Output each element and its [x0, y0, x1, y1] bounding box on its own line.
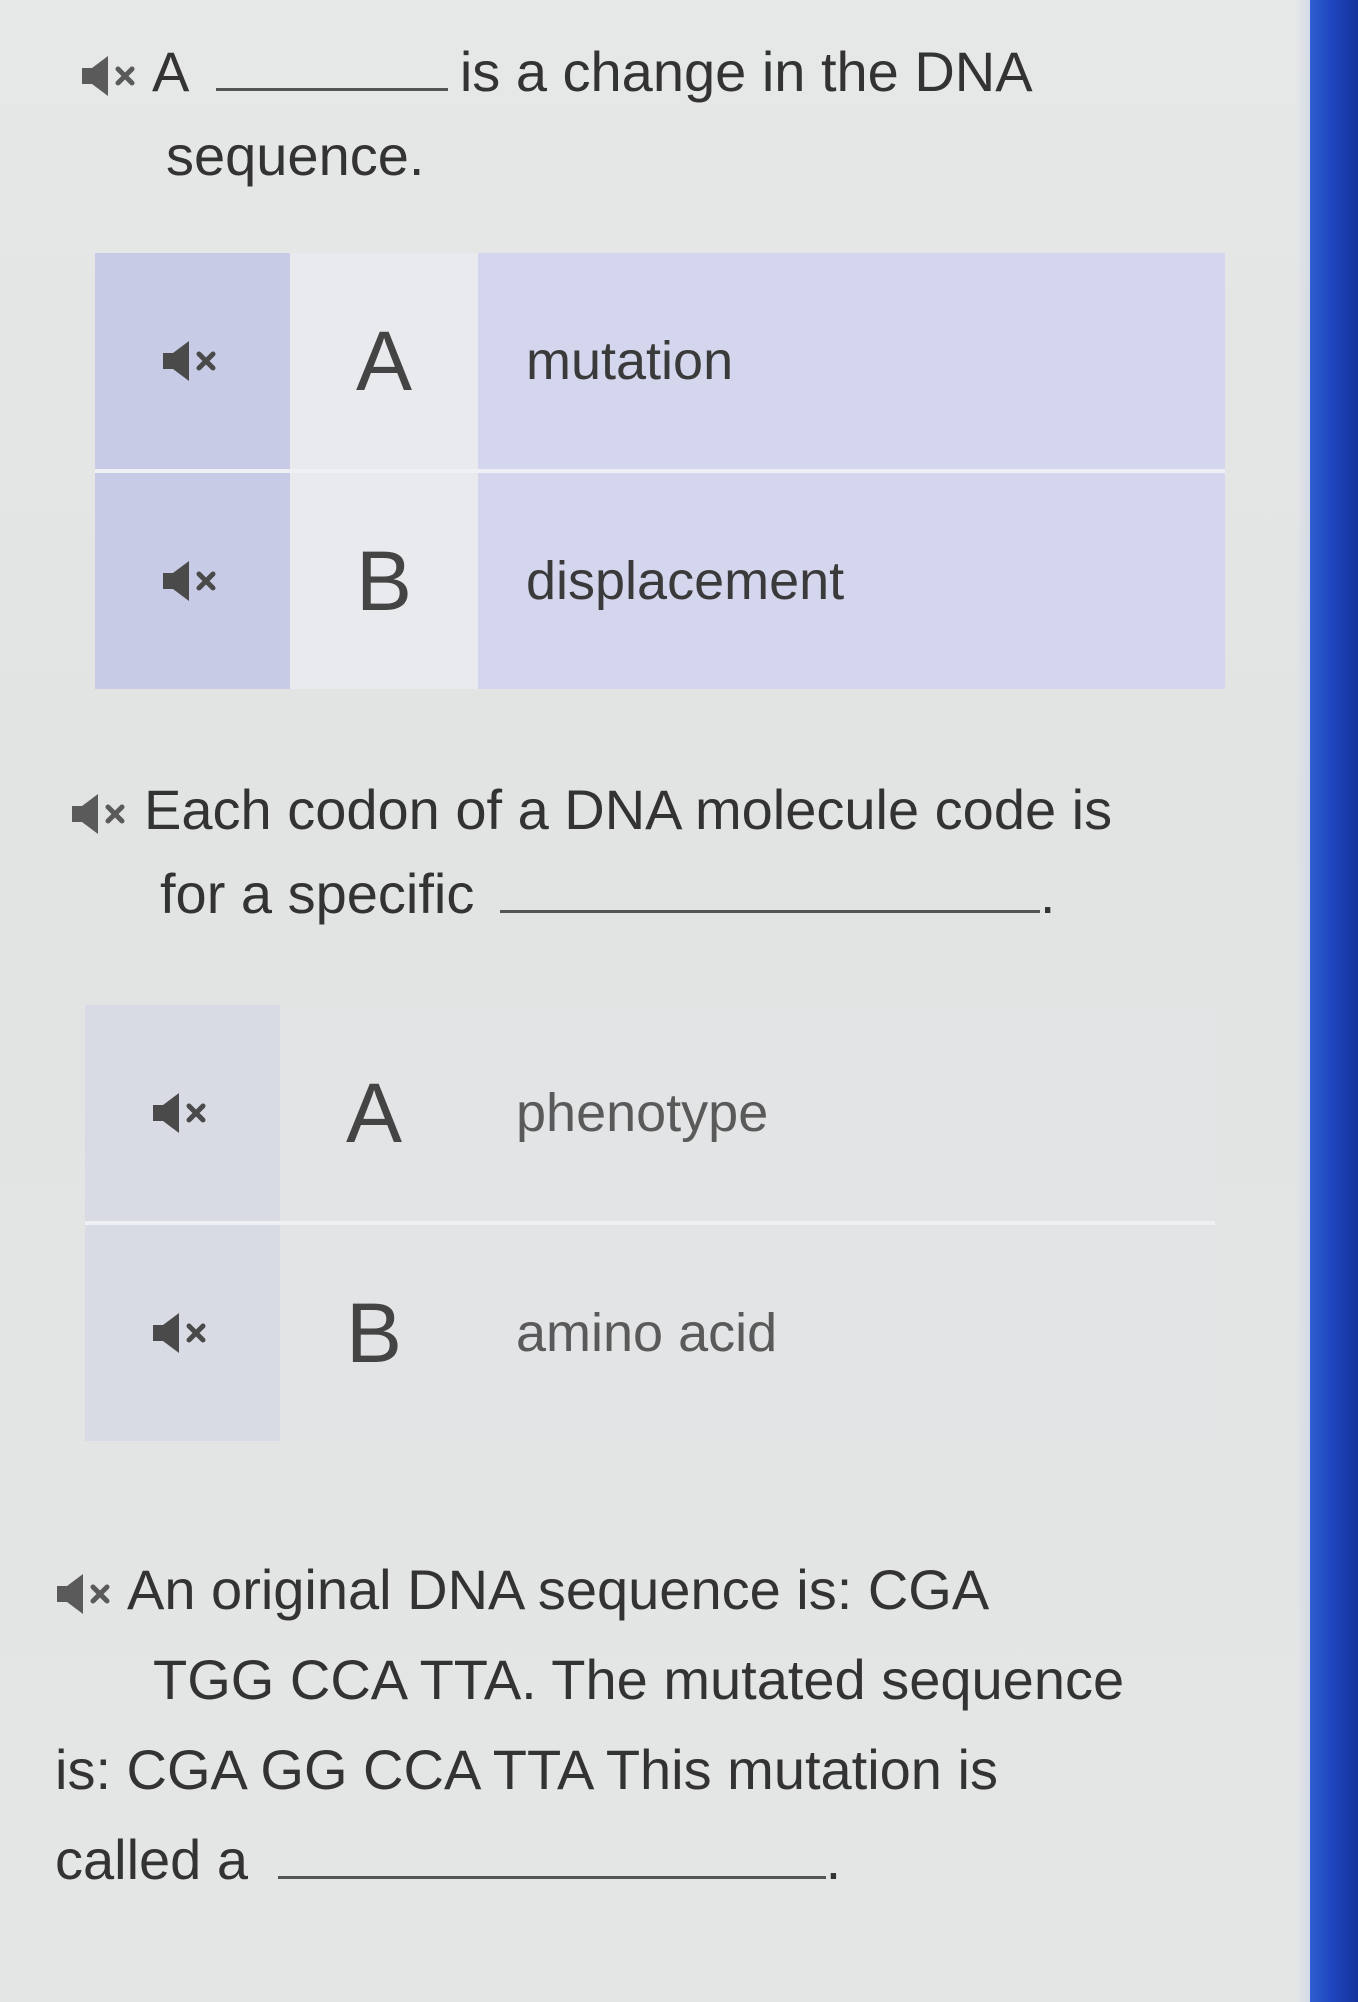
answer-option-b[interactable]: B amino acid [85, 1225, 1215, 1441]
option-letter[interactable]: B [290, 473, 478, 689]
speaker-muted-icon[interactable] [151, 1311, 215, 1355]
answer-option-b[interactable]: B displacement [95, 473, 1225, 689]
question-2-period: . [1039, 862, 1056, 925]
question-1: A is a change in the DNA sequence. [80, 30, 1180, 198]
option-speaker-cell[interactable] [85, 1005, 280, 1221]
speaker-muted-icon[interactable] [80, 54, 144, 98]
question-1-suffix: is a change in the DNA [459, 40, 1033, 103]
question-1-prefix: A [152, 40, 187, 103]
speaker-muted-icon[interactable] [151, 1091, 215, 1135]
option-label: displacement [526, 551, 845, 611]
option-speaker-cell[interactable] [85, 1225, 280, 1441]
question-2-line1: Each codon of a DNA molecule code is [144, 778, 1113, 841]
answer-table-1: A mutation B displacement [95, 253, 1225, 689]
question-3: An original DNA sequence is: CGA TGG CCA… [55, 1545, 1255, 1905]
answer-table-2: A phenotype B amino acid [85, 1005, 1215, 1441]
question-3-line4-prefix: called a [55, 1828, 249, 1891]
option-label: phenotype [516, 1083, 769, 1143]
question-1-blank[interactable] [215, 32, 448, 91]
option-letter[interactable]: A [280, 1005, 468, 1221]
question-3-line4: called a . [55, 1815, 1255, 1905]
option-text[interactable]: displacement [478, 473, 1225, 689]
question-2-blank[interactable] [499, 854, 1040, 913]
question-2-line2-prefix: for a specific [160, 862, 475, 925]
option-text[interactable]: amino acid [468, 1225, 1215, 1441]
option-speaker-cell[interactable] [95, 473, 290, 689]
question-1-line2: sequence. [166, 124, 425, 187]
speaker-muted-icon[interactable] [55, 1572, 119, 1616]
option-speaker-cell[interactable] [95, 253, 290, 469]
option-letter[interactable]: A [290, 253, 478, 469]
speaker-muted-icon[interactable] [70, 792, 134, 836]
option-label: mutation [526, 331, 734, 391]
option-label: amino acid [516, 1303, 778, 1363]
option-text[interactable]: mutation [478, 253, 1225, 469]
question-3-blank[interactable] [277, 1820, 826, 1879]
answer-option-a[interactable]: A phenotype [85, 1005, 1215, 1225]
option-text[interactable]: phenotype [468, 1005, 1215, 1221]
answer-option-a[interactable]: A mutation [95, 253, 1225, 473]
question-2: Each codon of a DNA molecule code is for… [70, 768, 1220, 936]
speaker-muted-icon[interactable] [161, 559, 225, 603]
question-3-line3: is: CGA GG CCA TTA This mutation is [55, 1738, 998, 1801]
window-edge-bar [1296, 0, 1358, 2002]
option-letter[interactable]: B [280, 1225, 468, 1441]
question-3-line2: TGG CCA TTA. The mutated sequence [153, 1648, 1125, 1711]
question-3-period: . [825, 1828, 842, 1891]
question-2-line2: for a specific . [70, 852, 1220, 936]
speaker-muted-icon[interactable] [161, 339, 225, 383]
question-3-line1: An original DNA sequence is: CGA [127, 1558, 990, 1621]
